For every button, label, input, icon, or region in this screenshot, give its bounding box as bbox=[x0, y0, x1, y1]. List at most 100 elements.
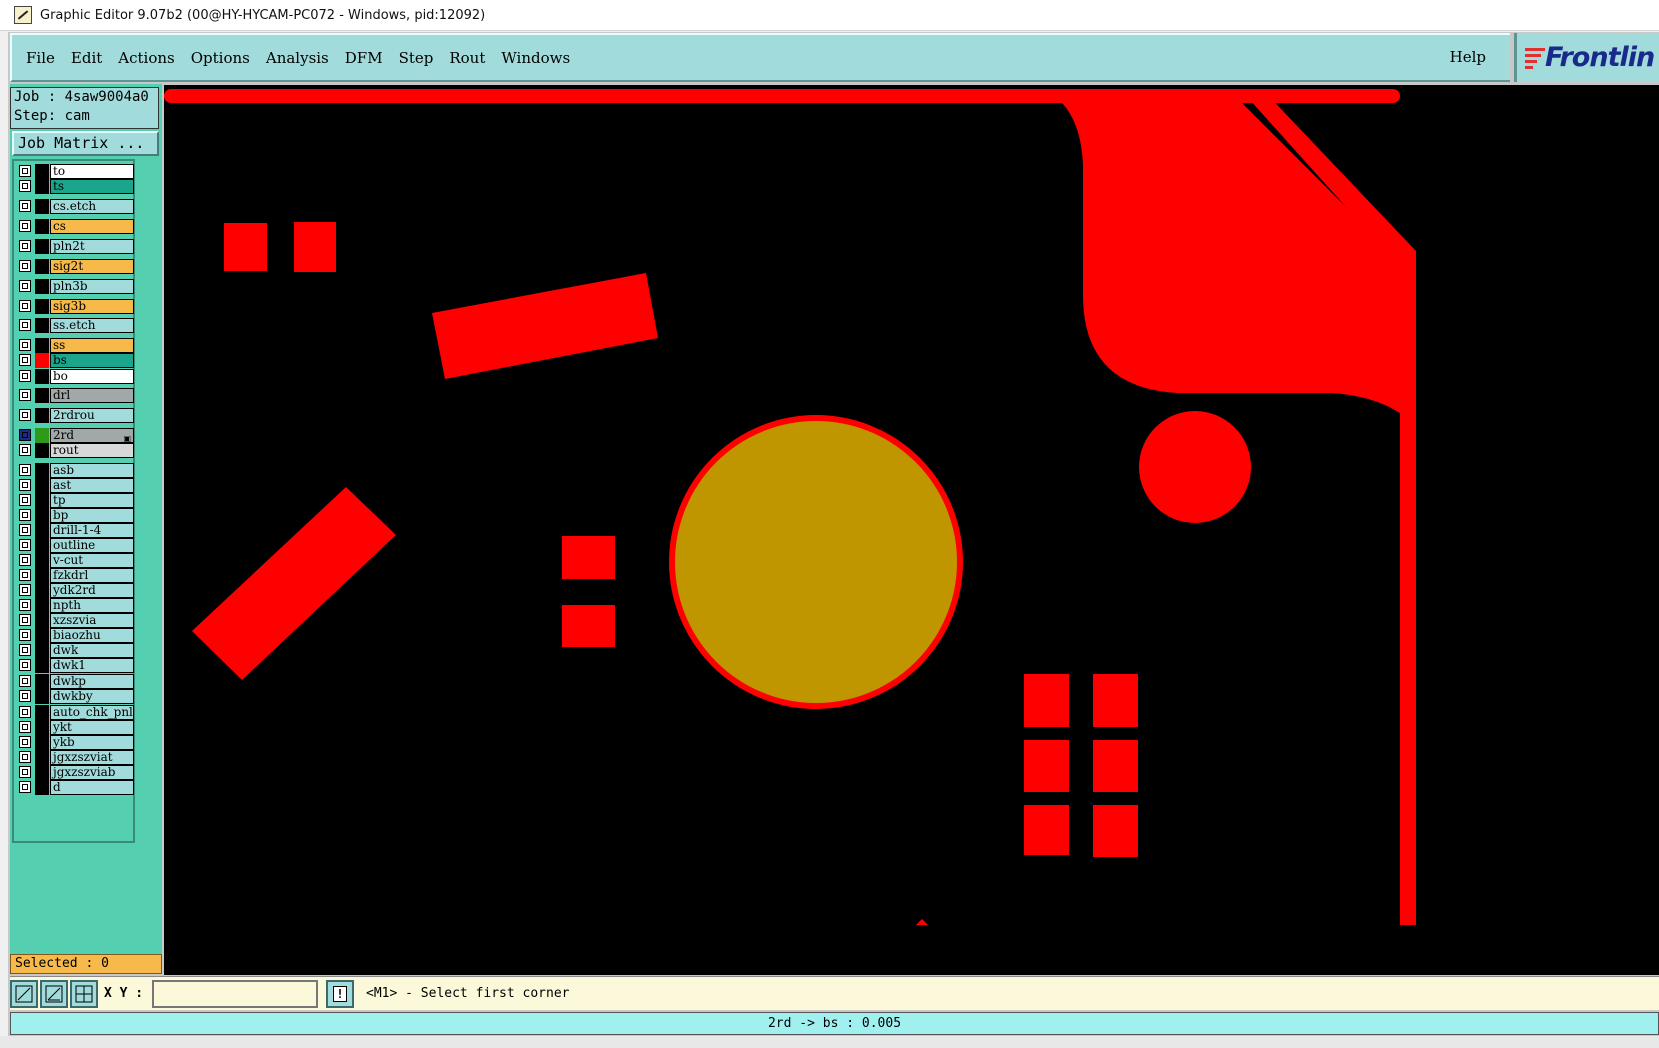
layer-checkbox[interactable] bbox=[19, 659, 31, 671]
layer-row-tp[interactable]: tp bbox=[17, 493, 134, 508]
layer-row-ykb[interactable]: ykb bbox=[17, 735, 134, 750]
menu-rout[interactable]: Rout bbox=[449, 49, 485, 67]
layer-color-swatch[interactable] bbox=[35, 674, 49, 689]
layer-name[interactable]: drill-1-4 bbox=[50, 523, 134, 538]
layer-row-sig2t[interactable]: sig2t bbox=[17, 259, 134, 274]
layer-color-swatch[interactable] bbox=[35, 318, 49, 333]
layer-checkbox[interactable] bbox=[19, 464, 31, 476]
graphics-canvas[interactable] bbox=[164, 85, 1659, 975]
layer-color-swatch[interactable] bbox=[35, 735, 49, 750]
layer-color-swatch[interactable] bbox=[35, 428, 49, 443]
layer-color-swatch[interactable] bbox=[35, 443, 49, 458]
layer-color-swatch[interactable] bbox=[35, 279, 49, 294]
layer-name[interactable]: dwkby bbox=[50, 689, 134, 704]
layer-color-swatch[interactable] bbox=[35, 523, 49, 538]
layer-name[interactable]: asb bbox=[50, 463, 134, 478]
layer-color-swatch[interactable] bbox=[35, 478, 49, 493]
layer-checkbox[interactable] bbox=[19, 409, 31, 421]
layer-name[interactable]: sig3b bbox=[50, 299, 134, 314]
layer-checkbox[interactable] bbox=[19, 766, 31, 778]
layer-checkbox[interactable] bbox=[19, 554, 31, 566]
layer-color-swatch[interactable] bbox=[35, 568, 49, 583]
menu-step[interactable]: Step bbox=[399, 49, 434, 67]
layer-row-v-cut[interactable]: v-cut bbox=[17, 553, 134, 568]
layer-color-swatch[interactable] bbox=[35, 765, 49, 780]
layer-name[interactable]: ss.etch bbox=[50, 318, 134, 333]
layer-checkbox[interactable] bbox=[19, 721, 31, 733]
menu-edit[interactable]: Edit bbox=[71, 49, 102, 67]
layer-checkbox[interactable] bbox=[19, 200, 31, 212]
layer-row-ss[interactable]: ss bbox=[17, 338, 134, 353]
layer-checkbox[interactable] bbox=[19, 675, 31, 687]
layer-checkbox[interactable] bbox=[19, 165, 31, 177]
layer-name[interactable]: ydk2rd bbox=[50, 583, 134, 598]
menu-help[interactable]: Help bbox=[1450, 48, 1486, 66]
layer-row-xzszvia[interactable]: xzszvia bbox=[17, 613, 134, 628]
layer-color-swatch[interactable] bbox=[35, 219, 49, 234]
layer-checkbox[interactable] bbox=[19, 736, 31, 748]
layer-name[interactable]: v-cut bbox=[50, 553, 134, 568]
layer-row-cs[interactable]: cs bbox=[17, 219, 134, 234]
layer-name[interactable]: sig2t bbox=[50, 259, 134, 274]
layer-row-bp[interactable]: bp bbox=[17, 508, 134, 523]
layer-name[interactable]: to bbox=[50, 164, 134, 179]
layer-row-rout[interactable]: rout bbox=[17, 443, 134, 458]
layer-row-sig3b[interactable]: sig3b bbox=[17, 299, 134, 314]
layer-row-asb[interactable]: asb bbox=[17, 463, 134, 478]
layer-name[interactable]: dwk1 bbox=[50, 658, 134, 673]
layer-name[interactable]: fzkdrl bbox=[50, 568, 134, 583]
menu-windows[interactable]: Windows bbox=[501, 49, 570, 67]
layer-row-pln3b[interactable]: pln3b bbox=[17, 279, 134, 294]
layer-row-ykt[interactable]: ykt bbox=[17, 720, 134, 735]
layer-checkbox[interactable] bbox=[19, 429, 31, 441]
layer-name[interactable]: tp bbox=[50, 493, 134, 508]
layer-row-cs.etch[interactable]: cs.etch bbox=[17, 199, 134, 214]
layer-checkbox[interactable] bbox=[19, 706, 31, 718]
layer-checkbox[interactable] bbox=[19, 220, 31, 232]
layer-color-swatch[interactable] bbox=[35, 705, 49, 720]
layer-row-bs[interactable]: bs bbox=[17, 353, 134, 368]
layer-name[interactable]: ts bbox=[50, 179, 134, 194]
menu-options[interactable]: Options bbox=[191, 49, 250, 67]
layer-row-fzkdrl[interactable]: fzkdrl bbox=[17, 568, 134, 583]
layer-checkbox[interactable] bbox=[19, 751, 31, 763]
measure-button[interactable] bbox=[40, 980, 68, 1008]
layer-row-npth[interactable]: npth bbox=[17, 598, 134, 613]
layer-color-swatch[interactable] bbox=[35, 583, 49, 598]
info-button[interactable]: ! bbox=[326, 980, 354, 1008]
layer-row-jgxzszviat[interactable]: jgxzszviat bbox=[17, 750, 134, 765]
layer-color-swatch[interactable] bbox=[35, 299, 49, 314]
layer-color-swatch[interactable] bbox=[35, 493, 49, 508]
layer-color-swatch[interactable] bbox=[35, 553, 49, 568]
layer-name[interactable]: ast bbox=[50, 478, 134, 493]
layer-name[interactable]: drl bbox=[50, 388, 134, 403]
layer-name[interactable]: ss bbox=[50, 338, 134, 353]
layer-row-ts[interactable]: ts bbox=[17, 179, 134, 194]
layer-name[interactable]: bs bbox=[50, 353, 134, 368]
layer-color-swatch[interactable] bbox=[35, 164, 49, 179]
layer-color-swatch[interactable] bbox=[35, 658, 49, 673]
layer-name[interactable]: xzszvia bbox=[50, 613, 134, 628]
layer-checkbox[interactable] bbox=[19, 614, 31, 626]
layer-checkbox[interactable] bbox=[19, 260, 31, 272]
layer-checkbox[interactable] bbox=[19, 690, 31, 702]
job-matrix-button[interactable]: Job Matrix ... bbox=[12, 131, 159, 156]
layer-row-outline[interactable]: outline bbox=[17, 538, 134, 553]
layer-checkbox[interactable] bbox=[19, 539, 31, 551]
layer-color-swatch[interactable] bbox=[35, 538, 49, 553]
pcb-view[interactable] bbox=[164, 85, 1659, 975]
layer-checkbox[interactable] bbox=[19, 584, 31, 596]
layer-color-swatch[interactable] bbox=[35, 463, 49, 478]
layer-checkbox[interactable] bbox=[19, 319, 31, 331]
menu-file[interactable]: File bbox=[26, 49, 55, 67]
layer-color-swatch[interactable] bbox=[35, 720, 49, 735]
layer-name[interactable]: ykt bbox=[50, 720, 134, 735]
layer-color-swatch[interactable] bbox=[35, 780, 49, 795]
layer-name[interactable]: pln3b bbox=[50, 279, 134, 294]
layer-row-d[interactable]: d bbox=[17, 780, 134, 795]
layer-color-swatch[interactable] bbox=[35, 643, 49, 658]
layer-name[interactable]: dwk bbox=[50, 643, 134, 658]
layer-color-swatch[interactable] bbox=[35, 338, 49, 353]
layer-name[interactable]: dwkp bbox=[50, 674, 134, 689]
layer-name[interactable]: bp bbox=[50, 508, 134, 523]
